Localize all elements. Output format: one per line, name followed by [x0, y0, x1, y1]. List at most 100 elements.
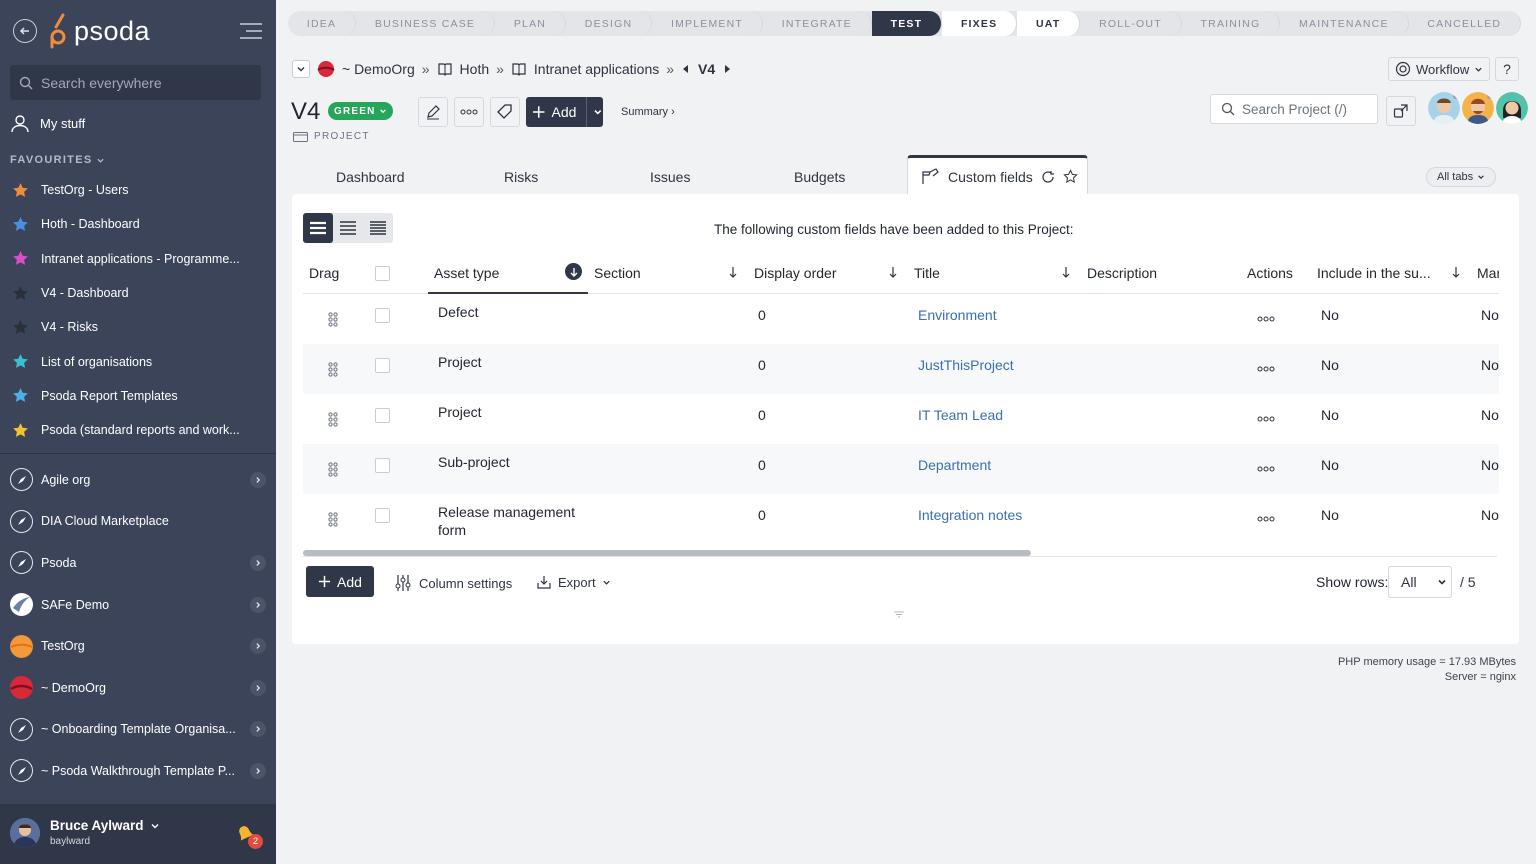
phase-idea[interactable]: IDEA — [288, 11, 357, 36]
workflow-menu-button[interactable]: Workflow — [1388, 57, 1491, 81]
favourite-item[interactable]: TestOrg - Users — [0, 173, 276, 207]
phase-test[interactable]: TEST — [871, 11, 943, 36]
tab-issues[interactable]: Issues — [650, 169, 690, 185]
row-checkbox[interactable] — [375, 508, 390, 523]
row-checkbox[interactable] — [375, 408, 390, 423]
expand-organisation-button[interactable] — [250, 596, 266, 613]
tab-risks[interactable]: Risks — [504, 169, 538, 185]
sort-arrow-icon[interactable] — [1451, 265, 1461, 279]
table-row[interactable]: Defect 0 Environment No No — [303, 294, 1499, 344]
add-button[interactable]: Add — [526, 97, 603, 127]
my-stuff-link[interactable]: My stuff — [10, 113, 85, 133]
organisation-item[interactable]: ~ Onboarding Template Organisa... — [0, 709, 276, 751]
phase-uat[interactable]: UAT — [1017, 11, 1081, 36]
collapse-sidebar-button[interactable] — [238, 22, 264, 40]
phase-plan[interactable]: PLAN — [495, 11, 566, 36]
next-sibling-icon[interactable] — [722, 64, 732, 74]
density-normal-button[interactable] — [333, 213, 363, 243]
favourite-item[interactable]: Psoda Report Templates — [0, 379, 276, 413]
back-button[interactable] — [13, 19, 37, 43]
table-row[interactable]: Sub-project 0 Department No No — [303, 444, 1499, 494]
phase-maintenance[interactable]: MAINTENANCE — [1280, 11, 1409, 36]
team-member-avatar[interactable] — [1496, 92, 1528, 124]
expand-organisation-button[interactable] — [250, 471, 266, 488]
favourite-item[interactable]: Psoda (standard reports and work... — [0, 413, 276, 447]
breadcrumb-org[interactable]: ~ DemoOrg — [342, 61, 415, 77]
drag-handle-icon[interactable] — [328, 362, 338, 377]
phase-cancelled[interactable]: CANCELLED — [1409, 11, 1521, 36]
sort-arrow-icon[interactable] — [888, 265, 898, 279]
row-actions-icon[interactable] — [1257, 316, 1275, 322]
tab-budgets[interactable]: Budgets — [794, 169, 845, 185]
all-tabs-button[interactable]: All tabs — [1426, 167, 1497, 187]
resize-handle[interactable] — [892, 610, 906, 618]
row-actions-icon[interactable] — [1257, 416, 1275, 422]
column-display-order[interactable]: Display order — [754, 265, 836, 281]
breadcrumb-programme[interactable]: Hoth — [460, 61, 490, 77]
favourite-item[interactable]: Hoth - Dashboard — [0, 207, 276, 241]
organisation-item[interactable]: ~ DemoOrg — [0, 667, 276, 709]
phase-implement[interactable]: IMPLEMENT — [652, 11, 763, 36]
expand-organisation-button[interactable] — [250, 638, 266, 655]
phase-integrate[interactable]: INTEGRATE — [763, 11, 872, 36]
expand-organisation-button[interactable] — [250, 721, 266, 738]
sort-arrow-icon[interactable] — [728, 265, 738, 279]
select-all-checkbox[interactable] — [375, 266, 390, 281]
status-badge[interactable]: GREEN — [328, 102, 393, 120]
add-custom-field-button[interactable]: Add — [306, 566, 374, 597]
column-section[interactable]: Section — [594, 265, 641, 281]
summary-link[interactable]: Summary › — [621, 106, 675, 118]
row-checkbox[interactable] — [375, 458, 390, 473]
column-title[interactable]: Title — [914, 265, 940, 281]
phase-training[interactable]: TRAINING — [1182, 11, 1281, 36]
cell-title-link[interactable]: Department — [918, 457, 991, 473]
tab-dashboard[interactable]: Dashboard — [336, 169, 405, 185]
user-avatar[interactable] — [10, 818, 40, 848]
sort-descending-active-button[interactable] — [565, 263, 582, 280]
organisation-item[interactable]: DIA Cloud Marketplace — [0, 501, 276, 543]
cell-title-link[interactable]: Integration notes — [918, 507, 1022, 523]
team-member-avatar[interactable] — [1428, 92, 1460, 124]
psoda-logo[interactable]: psoda — [50, 13, 150, 49]
breadcrumb-expand-button[interactable] — [292, 60, 310, 78]
table-row[interactable]: Project 0 JustThisProject No No — [303, 344, 1499, 394]
project-search-input[interactable] — [1242, 101, 1372, 117]
team-member-avatar[interactable] — [1462, 92, 1494, 124]
column-description[interactable]: Description — [1087, 265, 1157, 281]
table-row[interactable]: Project 0 IT Team Lead No No — [303, 394, 1499, 444]
sort-arrow-icon[interactable] — [1061, 265, 1071, 279]
phase-roll-out[interactable]: ROLL-OUT — [1080, 11, 1182, 36]
more-actions-button[interactable] — [454, 97, 484, 127]
cell-title-link[interactable]: IT Team Lead — [918, 407, 1003, 423]
column-mandatory[interactable]: Mar — [1477, 265, 1499, 281]
share-button[interactable] — [1386, 96, 1416, 126]
organisation-item[interactable]: Agile org — [0, 459, 276, 501]
previous-sibling-icon[interactable] — [681, 64, 691, 74]
expand-organisation-button[interactable] — [250, 762, 266, 779]
drag-handle-icon[interactable] — [328, 462, 338, 477]
drag-handle-icon[interactable] — [328, 512, 338, 527]
horizontal-scrollbar[interactable] — [303, 550, 1031, 556]
column-asset-type[interactable]: Asset type — [434, 265, 499, 281]
tag-button[interactable] — [490, 97, 520, 127]
cell-title-link[interactable]: JustThisProject — [918, 357, 1014, 373]
density-comfortable-button[interactable] — [303, 213, 333, 243]
organisation-item[interactable]: ~ Psoda Walkthrough Template P... — [0, 750, 276, 792]
row-actions-icon[interactable] — [1257, 366, 1275, 372]
cell-title-link[interactable]: Environment — [918, 307, 997, 323]
expand-organisation-button[interactable] — [250, 554, 266, 571]
organisation-item[interactable]: SAFe Demo — [0, 584, 276, 626]
favourite-item[interactable]: Intranet applications - Programme... — [0, 242, 276, 276]
column-include-in-summary[interactable]: Include in the su... — [1317, 265, 1431, 281]
phase-design[interactable]: DESIGN — [566, 11, 653, 36]
user-menu[interactable]: Bruce Aylward — [50, 818, 160, 833]
help-button[interactable]: ? — [1495, 57, 1519, 81]
breadcrumb-project-group[interactable]: Intranet applications — [534, 61, 659, 77]
favourite-item[interactable]: V4 - Dashboard — [0, 276, 276, 310]
row-actions-icon[interactable] — [1257, 466, 1275, 472]
organisation-item[interactable]: Psoda — [0, 542, 276, 584]
favourite-item[interactable]: List of organisations — [0, 344, 276, 378]
drag-handle-icon[interactable] — [328, 412, 338, 427]
row-actions-icon[interactable] — [1257, 516, 1275, 522]
column-settings-button[interactable]: Column settings — [394, 574, 512, 592]
